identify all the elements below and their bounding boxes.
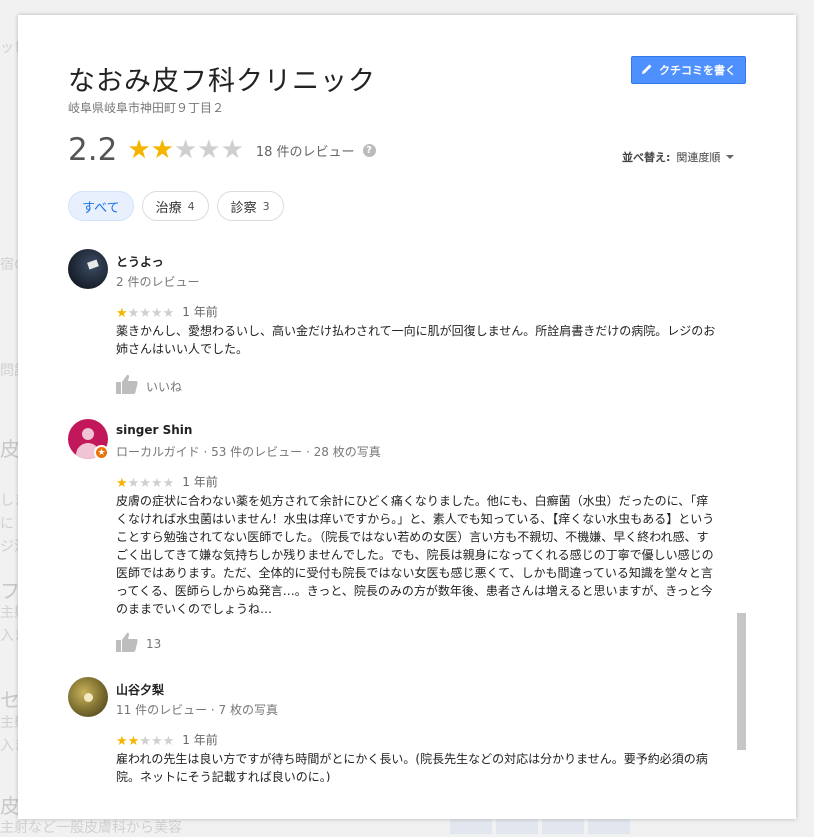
avatar[interactable] (68, 249, 108, 289)
thumbs-up-icon (116, 374, 138, 398)
clinic-address: 岐阜県岐阜市神田町９丁目２ (68, 101, 225, 115)
star-filled-icon: ★ (127, 734, 140, 749)
chip-label: 治療 (155, 200, 182, 216)
like-count: 13 (146, 637, 162, 651)
pencil-icon (641, 63, 653, 78)
review-date: 1 年前 (182, 305, 218, 319)
review-item: 山谷夕梨 11 件のレビュー · 7 枚の写真 ★★★★★ 1 年前 雇われの先… (68, 665, 728, 782)
star-filled-icon: ★ (150, 135, 174, 165)
star-empty-icon: ★ (150, 476, 163, 491)
sort-value: 関連度順 (676, 151, 721, 164)
chip-label: すべて (82, 200, 120, 216)
reviewer-name[interactable]: とうよっ (116, 253, 164, 270)
chip-label: 診察 (230, 200, 257, 216)
chip-count: 3 (262, 199, 270, 213)
star-empty-icon: ★ (220, 135, 244, 165)
star-filled-icon: ★ (116, 734, 128, 749)
write-review-label: クチコミを書く (659, 64, 736, 77)
reviewer-meta: 11 件のレビュー · 7 枚の写真 (116, 703, 278, 717)
scrollbar-thumb[interactable] (737, 613, 746, 750)
star-filled-icon: ★ (116, 306, 128, 321)
review-text: 雇われの先生は良い方ですが待ち時間がとにかく長い。(院長先生などの対応は分かりま… (116, 752, 708, 782)
sort-label: 並べ替え: (622, 151, 671, 164)
background-text: に (0, 516, 14, 532)
review-item: とうよっ 2 件のレビュー ★★★★★ 1 年前 薬きかんし、愛想わるいし、高い… (68, 237, 728, 407)
star-empty-icon: ★ (173, 135, 198, 165)
review-item: ★ singer Shin ローカルガイド · 53 件のレビュー · 28 枚… (68, 407, 728, 665)
sort-dropdown[interactable]: 並べ替え: 関連度順 (622, 149, 735, 165)
review-date: 1 年前 (182, 475, 218, 489)
review-text: 薬きかんし、愛想わるいし、高い金だけ払わされて一向に肌が回復しません。所詮肩書き… (116, 324, 716, 356)
thumbs-up-icon (116, 632, 138, 656)
star-empty-icon: ★ (162, 734, 175, 749)
background-text: セ (0, 688, 20, 712)
review-rating: ★★★★★ 1 年前 (116, 302, 218, 321)
review-date: 1 年前 (182, 733, 218, 747)
star-empty-icon: ★ (127, 476, 140, 491)
review-stars: ★★★★★ (116, 302, 174, 321)
write-review-button[interactable]: クチコミを書く (631, 56, 746, 84)
filter-chips: すべて 治療 4 診察 3 (68, 191, 284, 221)
local-guide-badge-icon: ★ (94, 445, 109, 460)
review-rating: ★★★★★ 1 年前 (116, 730, 218, 749)
clinic-name: なおみ皮フ科クリニック (68, 66, 376, 97)
review-list: とうよっ 2 件のレビュー ★★★★★ 1 年前 薬きかんし、愛想わるいし、高い… (68, 237, 728, 782)
reviewer-name[interactable]: 山谷夕梨 (116, 681, 164, 698)
star-empty-icon: ★ (139, 306, 151, 321)
background-text: フ (0, 579, 20, 603)
star-filled-icon: ★ (116, 476, 128, 491)
review-rating: ★★★★★ 1 年前 (116, 472, 218, 491)
like-label: いいね (146, 379, 183, 394)
filter-chip-examination[interactable]: 診察 3 (216, 191, 284, 221)
star-empty-icon: ★ (150, 306, 163, 321)
filter-chip-treatment[interactable]: 治療 4 (141, 191, 209, 221)
review-count: 18 件のレビュー (255, 144, 355, 160)
reviewer-name[interactable]: singer Shin (116, 423, 192, 437)
review-stars: ★★★★★ (116, 472, 174, 491)
rating-value: 2.2 (68, 132, 118, 168)
star-empty-icon: ★ (139, 734, 151, 749)
rating-summary: 2.2 ★ ★ ★ ★ ★ 18 件のレビュー ? (68, 132, 376, 168)
star-filled-icon: ★ (127, 135, 151, 165)
reviews-dialog: なおみ皮フ科クリニック 岐阜県岐阜市神田町９丁目２ クチコミを書く 2.2 ★ ★… (18, 15, 796, 819)
star-empty-icon: ★ (150, 734, 163, 749)
star-empty-icon: ★ (127, 306, 140, 321)
reviewer-meta: 2 件のレビュー (116, 275, 200, 289)
like-button[interactable]: いいね (116, 374, 182, 398)
chevron-down-icon (726, 155, 735, 159)
avatar[interactable] (68, 677, 108, 717)
star-empty-icon: ★ (162, 306, 175, 321)
filter-chip-all[interactable]: すべて (68, 191, 134, 221)
question-icon[interactable]: ? (362, 143, 376, 157)
review-stars: ★★★★★ (116, 730, 174, 749)
background-text: 皮 (0, 794, 20, 818)
reviewer-meta: ローカルガイド · 53 件のレビュー · 28 枚の写真 (116, 445, 381, 459)
star-empty-icon: ★ (162, 476, 175, 491)
rating-stars: ★ ★ ★ ★ ★ (127, 137, 244, 163)
chip-count: 4 (187, 199, 195, 213)
star-empty-icon: ★ (197, 135, 221, 165)
star-empty-icon: ★ (139, 476, 151, 491)
review-text: 皮膚の症状に合わない薬を処方されて余計にひどく痛くなりました。他にも、白癬菌（水… (116, 494, 715, 616)
like-button[interactable]: 13 (116, 632, 161, 656)
background-text: 主射など一般皮膚科から美容 (0, 820, 182, 836)
